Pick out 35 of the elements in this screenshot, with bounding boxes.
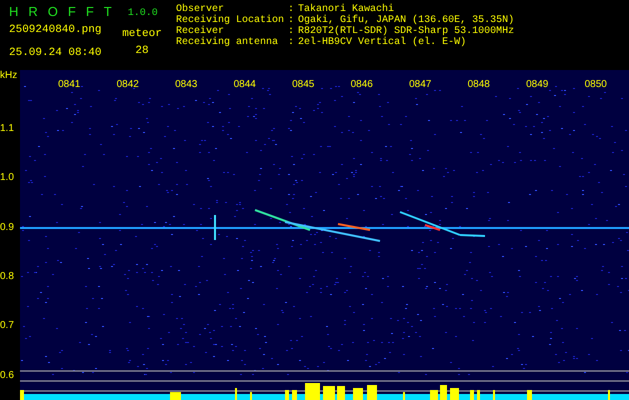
info-label: Receiving Location <box>176 15 284 26</box>
date-time: 25.09.24 08:40 <box>9 47 102 60</box>
time-label: 0848 <box>468 78 490 91</box>
time-label: 0847 <box>409 78 432 91</box>
time-label: 0843 <box>175 78 198 91</box>
time-label: 0842 <box>116 78 139 91</box>
info-separator: : <box>288 15 294 26</box>
app-version: 1.0.0 <box>128 7 158 20</box>
info-label: Receiving antenna <box>176 37 280 48</box>
axis-unit: kHz <box>0 70 18 81</box>
info-separator: : <box>288 26 294 37</box>
meteor-label: meteor <box>122 28 162 41</box>
axis-label: 1.0 <box>0 171 14 184</box>
info-separator: : <box>288 37 294 48</box>
info-value: 2el-HB9CV Vertical (el. E-W) <box>298 37 468 48</box>
time-label: 0841 <box>58 78 80 91</box>
time-label: 0850 <box>584 78 607 91</box>
time-label: 0844 <box>234 78 256 91</box>
axis-label: 0.6 <box>0 368 14 382</box>
app-name: HROFFT <box>9 4 122 20</box>
time-label: 0846 <box>350 78 373 91</box>
info-value: Takanori Kawachi <box>298 4 396 15</box>
info-label: Observer <box>176 4 224 15</box>
info-label: Receiver <box>176 26 224 37</box>
time-label: 0845 <box>292 78 314 91</box>
time-label: 0849 <box>526 78 548 91</box>
info-value: Ogaki, Gifu, JAPAN (136.60E, 35.35N) <box>298 15 514 26</box>
info-value: R820T2(RTL-SDR) SDR-Sharp 53.1000MHz <box>298 26 514 37</box>
meteor-count: 28 <box>135 45 149 58</box>
axis-label: 1.1 <box>0 122 14 135</box>
info-separator: : <box>288 4 294 15</box>
axis-label: 0.8 <box>0 270 14 284</box>
file-name: 2509240840.png <box>9 24 102 37</box>
axis-label: 0.7 <box>0 319 14 332</box>
axis-label: 0.9 <box>0 220 14 234</box>
